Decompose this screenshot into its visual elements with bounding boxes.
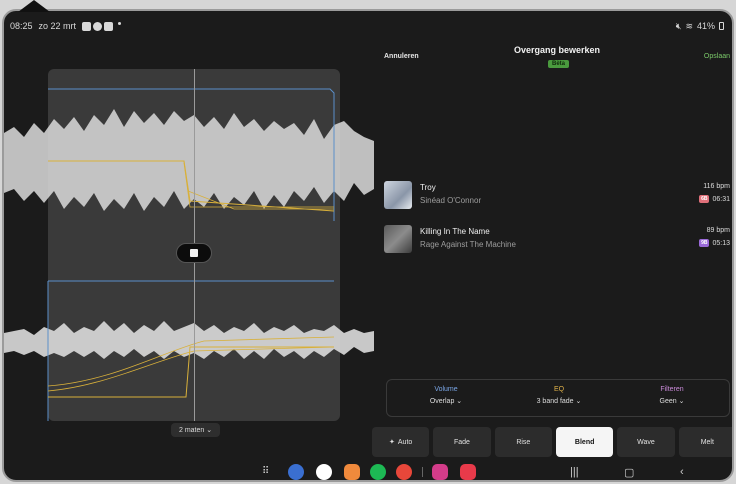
message-icon [104, 21, 114, 31]
track-duration: 05:13 [712, 239, 730, 247]
eq-value[interactable]: 3 band fade ⌄ [502, 397, 616, 405]
play-store-icon[interactable] [316, 464, 332, 480]
transition-waveform-area[interactable]: 2 maten ⌄ [4, 41, 376, 437]
editor-header: Annuleren Overgang bewerken Bèta Opslaan [384, 41, 730, 81]
track-duration: 06:31 [712, 195, 730, 203]
dock-divider [422, 467, 423, 477]
record-icon [93, 21, 103, 31]
transition-settings: Volume Overlap ⌄ EQ 3 band fade ⌄ Filter… [386, 379, 730, 417]
volume-label: Volume [434, 386, 458, 393]
notification-icons [82, 21, 122, 31]
instagram-icon[interactable] [432, 464, 448, 480]
filter-setting[interactable]: Filteren Geen ⌄ [615, 386, 729, 405]
track-artist: Rage Against The Machine [420, 240, 516, 249]
mode-label: Auto [397, 438, 413, 446]
beta-badge: Bèta [548, 60, 570, 68]
filter-label: Filteren [660, 386, 684, 393]
status-bar: 08:25 zo 22 mrt 🔇︎ ≋ 41% [10, 19, 724, 33]
more-dot-icon [118, 21, 122, 25]
eq-curve-b3 [48, 346, 334, 398]
track-artist: Sinéad O'Connor [420, 196, 482, 205]
track-title: Troy [420, 183, 436, 192]
settings-app-icon[interactable] [288, 464, 304, 480]
track-bpm: 89 bpm [706, 227, 730, 234]
brave-browser-icon[interactable] [344, 464, 360, 480]
stop-button[interactable] [176, 243, 212, 263]
mode-rise-button[interactable]: Rise [494, 427, 552, 457]
chrome-icon[interactable] [396, 464, 412, 480]
camera-notch [18, 0, 50, 12]
save-button[interactable]: Opslaan [704, 53, 730, 60]
mode-fade-button[interactable]: Fade [433, 427, 491, 457]
app-drawer-icon[interactable]: ⠿ [262, 466, 269, 477]
tablet-screen: 08:25 zo 22 mrt 🔇︎ ≋ 41% 2 maten ⌄ Annul… [2, 9, 734, 482]
wifi-icon: ≋ [685, 20, 693, 31]
mode-blend-button[interactable]: Blend [555, 427, 614, 457]
track-row-2[interactable]: Killing In The Name Rage Against The Mac… [384, 223, 730, 255]
back-nav-icon[interactable]: ‹ [680, 466, 684, 478]
status-time: 08:25 [10, 21, 33, 31]
stop-icon [190, 249, 198, 257]
taskbar: ⠿ ||| ▢ ‹ [4, 461, 732, 480]
waveform-graphic [4, 88, 374, 421]
transition-mode-bar: ✦ Auto Fade Rise Blend Wave Melt [372, 427, 732, 457]
mode-auto-button[interactable]: ✦ Auto [372, 427, 430, 457]
page-title: Overgang bewerken [513, 45, 601, 55]
gallery-icon [82, 21, 92, 31]
mute-icon: 🔇︎ [675, 20, 682, 31]
volume-value[interactable]: Overlap ⌄ [389, 397, 503, 405]
measures-dropdown[interactable]: 2 maten ⌄ [171, 423, 221, 437]
track-key-duration: 6B 06:31 [699, 195, 730, 203]
volume-setting[interactable]: Volume Overlap ⌄ [389, 386, 503, 405]
album-art [384, 181, 412, 209]
status-date: zo 22 mrt [38, 21, 77, 31]
filter-value[interactable]: Geen ⌄ [615, 397, 729, 405]
track-bpm: 116 bpm [703, 183, 730, 190]
track-title: Killing In The Name [420, 227, 490, 236]
recents-nav-icon[interactable]: ||| [570, 466, 579, 478]
home-nav-icon[interactable]: ▢ [624, 466, 634, 479]
eq-setting[interactable]: EQ 3 band fade ⌄ [502, 386, 616, 405]
mode-melt-button[interactable]: Melt [678, 427, 732, 457]
spotify-icon[interactable] [370, 464, 386, 480]
track-row-1[interactable]: Troy Sinéad O'Connor 116 bpm 6B 06:31 [384, 179, 730, 211]
mode-wave-button[interactable]: Wave [617, 427, 675, 457]
battery-icon [719, 22, 724, 30]
eq-label: EQ [553, 386, 565, 393]
battery-level: 41% [696, 21, 715, 31]
djay-icon[interactable] [460, 464, 476, 480]
sparkle-icon: ✦ [389, 439, 395, 446]
key-badge: 6B [699, 195, 710, 203]
track-key-duration: 9B 05:13 [699, 239, 730, 247]
album-art [384, 225, 412, 253]
key-badge: 9B [699, 239, 710, 247]
